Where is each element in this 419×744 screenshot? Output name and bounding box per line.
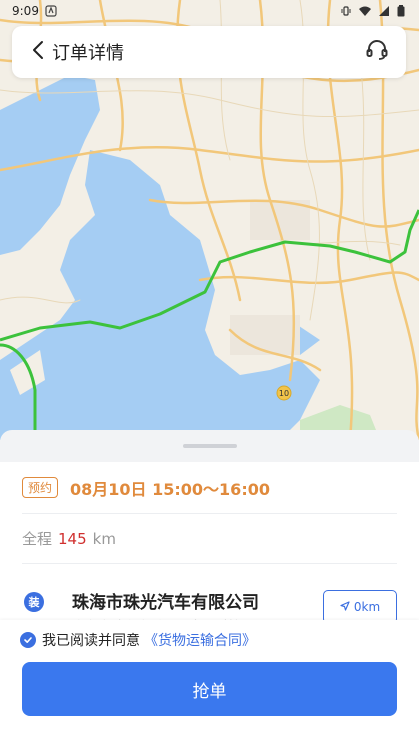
navigation-arrow-icon bbox=[340, 600, 350, 614]
distance-value: 145 bbox=[58, 529, 87, 548]
customer-service-button[interactable] bbox=[362, 37, 392, 67]
load-company-name: 珠海市珠光汽车有限公司 bbox=[72, 593, 259, 613]
vibrate-icon bbox=[340, 5, 352, 17]
back-button[interactable] bbox=[26, 40, 50, 64]
navigate-distance: 0km bbox=[353, 600, 381, 614]
appointment-time: 08月10日 15:00〜16:00 bbox=[70, 479, 270, 499]
route-marker-label: 10 bbox=[279, 389, 289, 398]
drag-handle[interactable] bbox=[182, 444, 237, 448]
transport-contract-link[interactable]: 《货物运输合同》 bbox=[144, 630, 256, 650]
notification-icon bbox=[45, 5, 57, 17]
checkmark-icon bbox=[24, 637, 32, 643]
agreement-text: 我已阅读并同意 bbox=[42, 633, 140, 649]
agreement-row: 我已阅读并同意 《货物运输合同》 bbox=[20, 630, 256, 650]
header-bar: 订单详情 bbox=[12, 26, 406, 78]
sheet-handle-area[interactable] bbox=[0, 430, 419, 462]
status-time: 9:09 bbox=[12, 4, 39, 18]
appointment-badge: 预约 bbox=[22, 477, 59, 498]
load-icon: 装 bbox=[24, 592, 44, 612]
appointment-row: 预约 08月10日 15:00〜16:00 bbox=[22, 462, 397, 514]
navigate-button[interactable]: 0km bbox=[323, 590, 397, 624]
battery-icon bbox=[397, 5, 409, 17]
distance-row: 全程 145 km bbox=[22, 514, 397, 564]
status-bar: 9:09 bbox=[0, 0, 419, 22]
agreement-checkbox[interactable] bbox=[20, 632, 36, 648]
chevron-left-icon bbox=[31, 40, 45, 64]
wifi-icon bbox=[359, 5, 371, 17]
distance-unit: km bbox=[92, 529, 116, 548]
grab-order-button[interactable]: 抢单 bbox=[22, 662, 397, 716]
signal-icon bbox=[378, 5, 390, 17]
page-title: 订单详情 bbox=[52, 43, 124, 64]
distance-label: 全程 bbox=[22, 530, 53, 548]
headset-icon bbox=[365, 38, 389, 66]
footer-bar: 我已阅读并同意 《货物运输合同》 抢单 bbox=[0, 620, 419, 744]
